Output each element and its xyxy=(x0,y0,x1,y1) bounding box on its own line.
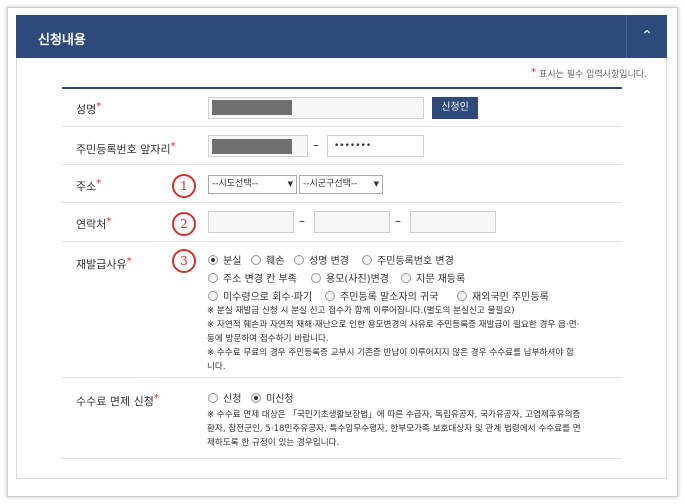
form-top-divider xyxy=(62,87,622,89)
phone-separator: – xyxy=(299,214,305,228)
fee-note: 제하도록 한 규정이 있는 경우입니다. xyxy=(207,438,340,448)
step-3-badge: 3 xyxy=(172,249,196,273)
reason-option-name-change[interactable]: 성명 변경 xyxy=(294,252,349,267)
rrn-back-input[interactable]: ••••••• xyxy=(327,135,424,157)
reason-note: 니다. xyxy=(207,362,226,372)
fee-note: 환자, 참전군인, 5·18민주유공자, 특수임무수행자, 한부모가족 보호대상… xyxy=(207,424,581,434)
sigungu-select[interactable]: --시군구선택-- ▼ xyxy=(299,175,383,194)
row-divider xyxy=(62,126,622,127)
collapse-button[interactable]: ⌃ xyxy=(626,15,667,58)
radio-selected-icon xyxy=(251,393,261,403)
caret-down-icon: ▼ xyxy=(373,180,379,188)
fee-option-not-apply[interactable]: 미신청 xyxy=(251,390,294,405)
radio-icon xyxy=(401,273,411,283)
sido-select-value: --시도선택-- xyxy=(212,179,259,189)
radio-selected-icon xyxy=(208,255,218,265)
row-divider xyxy=(62,202,622,203)
panel-header: 신청내용 ⌃ xyxy=(16,15,667,58)
radio-icon xyxy=(208,393,218,403)
phone-separator: – xyxy=(395,214,401,228)
step-1-badge: 1 xyxy=(172,174,196,198)
fee-note: ※ 수수료 면제 대상은 「국민기초생활보장법」에 따른 수급자, 독립유공자,… xyxy=(207,410,581,420)
masked-rrn xyxy=(212,139,292,154)
fee-option-apply[interactable]: 신청 xyxy=(208,390,241,405)
required-note-text: 표시는 필수 입력사항입니다. xyxy=(539,70,647,80)
radio-icon xyxy=(311,273,321,283)
radio-icon xyxy=(362,255,372,265)
address-label: 주소* xyxy=(76,178,102,193)
radio-icon xyxy=(251,255,261,265)
name-label: 성명* xyxy=(76,101,102,116)
rrn-separator: – xyxy=(313,138,319,152)
sido-select[interactable]: --시도선택-- ▼ xyxy=(208,175,297,194)
reason-option-overseas[interactable]: 재외국민 주민등록 xyxy=(457,288,549,303)
required-mark: * xyxy=(531,67,537,78)
reason-option-rrn-change[interactable]: 주민등록번호 변경 xyxy=(362,252,454,267)
radio-icon xyxy=(457,291,467,301)
phone-part1-input[interactable] xyxy=(208,211,294,233)
reason-note: ※ 수수료 무료의 경우 주민등록증 교부시 기존증 반납이 이루어지지 않은 … xyxy=(207,348,574,358)
masked-name xyxy=(212,100,292,115)
step-2-badge: 2 xyxy=(172,212,196,236)
rrn-label: 주민등록번호 앞자리* xyxy=(76,141,176,156)
radio-icon xyxy=(208,291,218,301)
caret-down-icon: ▼ xyxy=(287,180,293,188)
reason-note: ※ 자연적 훼손과 자연적 재해·재난으로 인한 용모변경의 사유로 주민등록증… xyxy=(207,320,580,330)
required-note: * 표시는 필수 입력사항입니다. xyxy=(531,67,647,80)
chevron-up-icon: ⌃ xyxy=(641,28,653,44)
radio-icon xyxy=(294,255,304,265)
row-divider xyxy=(62,458,622,459)
panel-title: 신청내용 xyxy=(38,33,86,48)
applicant-button[interactable]: 신청인 xyxy=(432,97,478,119)
row-divider xyxy=(62,377,622,378)
reason-option-fingerprint[interactable]: 지문 재등록 xyxy=(401,270,465,285)
sigungu-select-value: --시군구선택-- xyxy=(303,179,358,189)
fee-exemption-label: 수수료 면제 신청* xyxy=(76,393,159,408)
contact-label: 연락처* xyxy=(76,216,112,231)
reason-option-returnee[interactable]: 주민등록 말소자의 귀국 xyxy=(325,288,438,303)
reason-option-photo-change[interactable]: 용모(사진)변경 xyxy=(311,270,389,285)
radio-icon xyxy=(208,273,218,283)
reason-note: 동에 방문하여 접수하기 바랍니다. xyxy=(207,334,329,344)
reason-option-damaged[interactable]: 훼손 xyxy=(251,252,284,267)
radio-icon xyxy=(325,291,335,301)
row-divider xyxy=(62,241,622,242)
phone-part2-input[interactable] xyxy=(314,211,390,233)
reason-option-address-space[interactable]: 주소 변경 칸 부족 xyxy=(208,270,297,285)
reason-label: 재발급사유* xyxy=(76,256,132,271)
reason-note: ※ 분실 재발급 신청 시 분실 신고 접수가 함께 이루어집니다.(별도의 분… xyxy=(207,306,515,316)
reason-option-lost[interactable]: 분실 xyxy=(208,252,241,267)
reason-option-unclaimed[interactable]: 미수령으로 회수·파기 xyxy=(208,288,312,303)
row-divider xyxy=(62,164,622,165)
phone-part3-input[interactable] xyxy=(410,211,496,233)
